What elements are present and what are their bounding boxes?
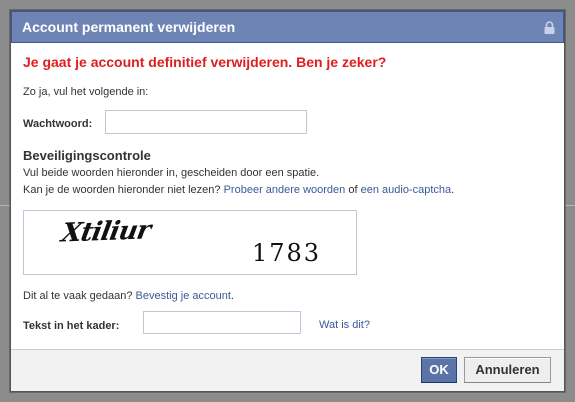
delete-account-dialog: Account permanent verwijderen Je gaat je… bbox=[10, 10, 565, 392]
captcha-word-2: 1783 bbox=[252, 239, 322, 267]
security-instructions: Vul beide woorden hieronder in, gescheid… bbox=[23, 167, 320, 179]
captcha-text-input[interactable] bbox=[143, 311, 301, 334]
alternatives-prefix: Kan je de woorden hieronder niet lezen? bbox=[23, 184, 221, 196]
captcha-text-label: Tekst in het kader: bbox=[23, 320, 120, 332]
captcha-word-1: Xtiliur bbox=[59, 215, 153, 249]
dialog-title: Account permanent verwijderen bbox=[22, 19, 236, 35]
captcha-image: Xtiliur 1783 bbox=[23, 210, 357, 275]
ok-button[interactable]: OK bbox=[421, 357, 457, 383]
cancel-button[interactable]: Annuleren bbox=[464, 357, 551, 383]
alternatives-middle: of bbox=[348, 184, 358, 196]
alternatives-suffix: . bbox=[451, 184, 455, 196]
lock-icon bbox=[544, 21, 555, 34]
what-is-this-link[interactable]: Wat is dit? bbox=[319, 319, 370, 331]
password-label: Wachtwoord: bbox=[23, 118, 93, 130]
security-heading: Beveiligingscontrole bbox=[23, 148, 151, 163]
other-words-link[interactable]: Probeer andere woorden bbox=[224, 184, 346, 196]
dialog-titlebar: Account permanent verwijderen bbox=[11, 11, 564, 43]
password-input[interactable] bbox=[105, 110, 307, 134]
warning-heading: Je gaat je account definitief verwijdere… bbox=[23, 54, 387, 70]
audio-captcha-link[interactable]: een audio-captcha bbox=[361, 184, 452, 196]
too-often-row: Dit al te vaak gedaan? Bevestig je accou… bbox=[23, 290, 234, 302]
too-often-suffix: . bbox=[230, 290, 234, 302]
intro-text: Zo ja, vul het volgende in: bbox=[23, 86, 149, 98]
security-alternatives: Kan je de woorden hieronder niet lezen? … bbox=[23, 184, 454, 196]
dialog-footer: OK Annuleren bbox=[11, 349, 564, 391]
confirm-account-link[interactable]: Bevestig je account bbox=[136, 290, 231, 302]
too-often-prefix: Dit al te vaak gedaan? bbox=[23, 290, 133, 302]
